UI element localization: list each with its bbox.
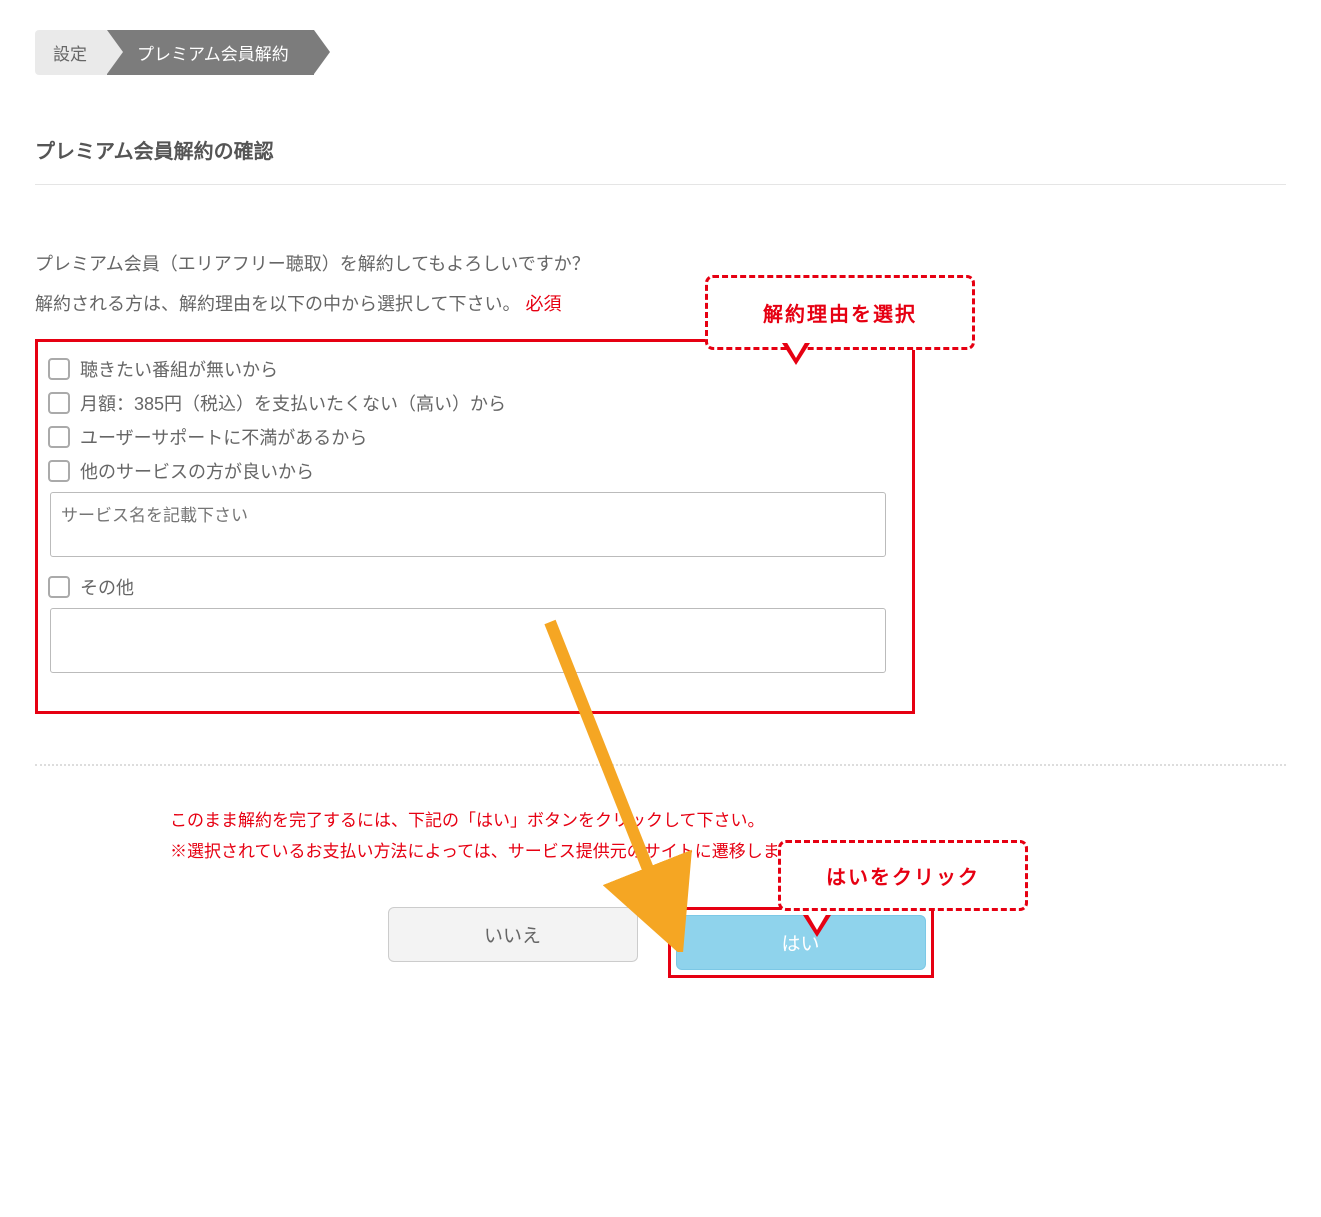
checkbox-other[interactable] xyxy=(48,576,70,598)
reason-selection-box: 聴きたい番組が無いから 月額：385円（税込）を支払いたくない（高い）から ユー… xyxy=(35,339,915,714)
checkbox-no-program[interactable] xyxy=(48,358,70,380)
yes-button-highlight: はい xyxy=(668,907,934,978)
reason-label-3: 他のサービスの方が良いから xyxy=(80,458,314,484)
reason-row-1: 月額：385円（税込）を支払いたくない（高い）から xyxy=(48,386,902,420)
reason-label-1: 月額：385円（税込）を支払いたくない（高い）から xyxy=(80,390,506,416)
page-title: プレミアム会員解約の確認 xyxy=(35,135,1286,164)
notice-line-2: ※選択されているお支払い方法によっては、サービス提供元のサイトに遷移します。 xyxy=(170,837,1286,868)
reason-label-0: 聴きたい番組が無いから xyxy=(80,356,278,382)
description-line-1: プレミアム会員（エリアフリー聴取）を解約してもよろしいですか？ xyxy=(35,245,1286,285)
yes-button[interactable]: はい xyxy=(676,915,926,970)
breadcrumb: 設定 プレミアム会員解約 xyxy=(35,30,1286,75)
confirmation-text: プレミアム会員（エリアフリー聴取）を解約してもよろしいですか？ 解約される方は、… xyxy=(35,245,1286,324)
no-button[interactable]: いいえ xyxy=(388,907,638,962)
required-label: 必須 xyxy=(525,294,561,314)
checkbox-support[interactable] xyxy=(48,426,70,448)
description-line-2: 解約される方は、解約理由を以下の中から選択して下さい。 必須 xyxy=(35,285,1286,325)
annotation-select-reason: 解約理由を選択 xyxy=(705,275,975,350)
reason-label-4: その他 xyxy=(80,574,134,600)
button-row: いいえ はい xyxy=(35,907,1286,978)
notice-line-1: このまま解約を完了するには、下記の「はい」ボタンをクリックして下さい。 xyxy=(170,806,1286,837)
page-container: 設定 プレミアム会員解約 プレミアム会員解約の確認 プレミアム会員（エリアフリー… xyxy=(0,0,1321,1008)
reason-row-0: 聴きたい番組が無いから xyxy=(48,352,902,386)
annotation-click-yes: はいをクリック xyxy=(778,840,1028,911)
notice-text: このまま解約を完了するには、下記の「はい」ボタンをクリックして下さい。 ※選択さ… xyxy=(35,806,1286,867)
service-name-input[interactable] xyxy=(50,492,886,557)
breadcrumb-cancel-premium: プレミアム会員解約 xyxy=(107,30,314,75)
annotation-click-yes-wrap: はいをクリック xyxy=(778,840,1028,911)
divider xyxy=(35,184,1286,185)
breadcrumb-settings[interactable]: 設定 xyxy=(35,30,107,75)
checkbox-price[interactable] xyxy=(48,392,70,414)
dotted-divider xyxy=(35,764,1286,766)
reason-row-4: その他 xyxy=(48,570,902,604)
other-reason-input[interactable] xyxy=(50,608,886,673)
reason-row-2: ユーザーサポートに不満があるから xyxy=(48,420,902,454)
reason-row-3: 他のサービスの方が良いから xyxy=(48,454,902,488)
reason-label-2: ユーザーサポートに不満があるから xyxy=(80,424,367,450)
checkbox-other-service[interactable] xyxy=(48,460,70,482)
